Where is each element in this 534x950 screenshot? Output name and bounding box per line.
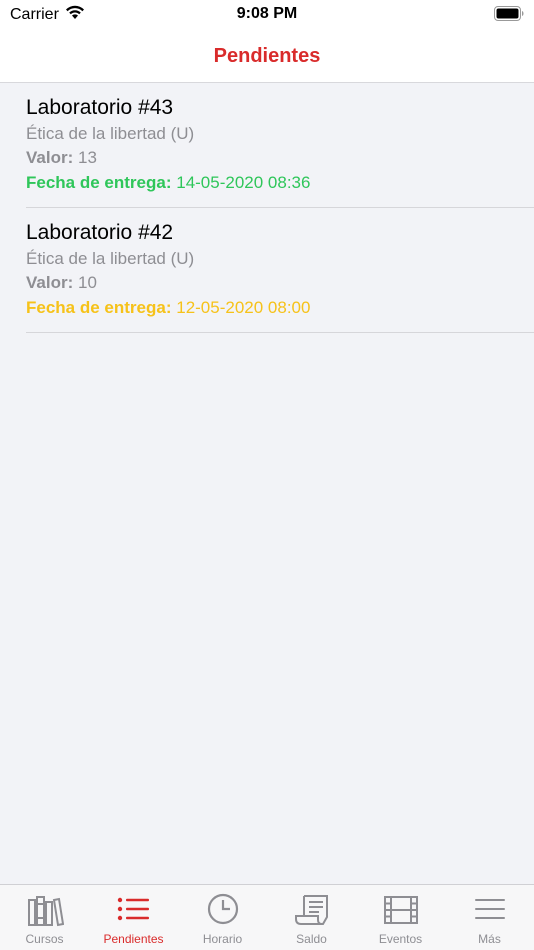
item-value-label: Valor: — [26, 273, 74, 292]
item-due-date: Fecha de entrega: 12-05-2020 08:00 — [26, 295, 534, 320]
tab-cursos[interactable]: Cursos — [0, 885, 89, 950]
list-icon — [117, 897, 149, 921]
tab-label: Eventos — [378, 932, 423, 946]
item-value-number: 13 — [77, 148, 97, 167]
tab-label: Horario — [202, 932, 243, 946]
list-item[interactable]: Laboratorio #43 Ética de la libertad (U)… — [26, 83, 534, 208]
receipt-icon — [294, 895, 328, 925]
item-course: Ética de la libertad (U) — [26, 249, 195, 268]
tab-mas[interactable]: Más — [445, 885, 534, 950]
books-icon — [27, 896, 64, 927]
item-value-number: 10 — [77, 273, 97, 292]
item-title: Laboratorio #42 — [26, 221, 174, 244]
tab-label: Cursos — [25, 932, 64, 946]
item-value: Valor: 10 — [26, 271, 534, 295]
item-due-label: Fecha de entrega: — [26, 298, 172, 317]
tab-label: Saldo — [296, 932, 327, 946]
menu-icon — [474, 899, 505, 919]
item-title: Laboratorio #43 — [26, 96, 174, 119]
tab-saldo[interactable]: Saldo — [267, 885, 356, 950]
tab-eventos[interactable]: Eventos — [356, 885, 445, 950]
list-item[interactable]: Laboratorio #42 Ética de la libertad (U)… — [26, 208, 534, 333]
tab-horario[interactable]: Horario — [178, 885, 267, 950]
item-course: Ética de la libertad (U) — [26, 124, 195, 143]
battery-icon — [494, 6, 524, 21]
status-bar: Carrier 9:08 PM — [0, 0, 534, 30]
nav-bar: Pendientes — [0, 30, 534, 83]
item-due-value: 12-05-2020 08:00 — [176, 298, 311, 317]
item-value-label: Valor: — [26, 148, 74, 167]
item-due-label: Fecha de entrega: — [26, 173, 172, 192]
tab-label: Pendientes — [103, 932, 164, 946]
tab-bar: Cursos Pendientes Horario Saldo Eventos … — [0, 884, 534, 950]
tab-label: Más — [478, 932, 501, 946]
tab-pendientes[interactable]: Pendientes — [89, 885, 178, 950]
clock-icon — [207, 893, 238, 925]
status-time: 9:08 PM — [236, 5, 298, 22]
page-title: Pendientes — [213, 44, 321, 67]
item-value: Valor: 13 — [26, 146, 534, 170]
film-icon — [383, 896, 418, 924]
item-due-value: 14-05-2020 08:36 — [176, 173, 311, 192]
item-due-date: Fecha de entrega: 14-05-2020 08:36 — [26, 170, 534, 195]
pending-list: Laboratorio #43 Ética de la libertad (U)… — [0, 83, 534, 333]
